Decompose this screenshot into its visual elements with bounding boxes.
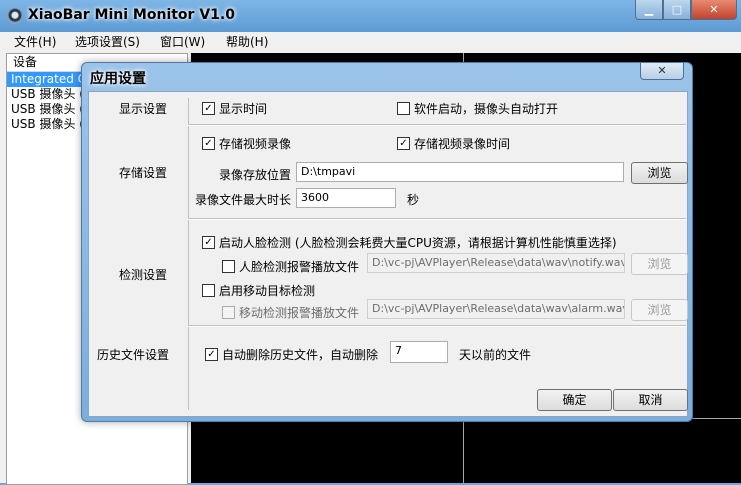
caption-buttons: ▁ □ ✕ (635, 0, 737, 20)
maximize-button[interactable]: □ (663, 0, 691, 20)
menu-help[interactable]: 帮助(H) (226, 33, 268, 50)
close-icon: ✕ (709, 3, 719, 16)
delete-days-input[interactable]: 7 (390, 341, 448, 363)
ok-button[interactable]: 确定 (537, 389, 612, 411)
store-video-checkbox[interactable]: ✓ (202, 137, 215, 150)
dialog-close-button[interactable]: ✕ (640, 63, 684, 80)
section-divider (188, 124, 686, 126)
history-section-label: 历史文件设置 (97, 348, 170, 362)
menu-window[interactable]: 窗口(W) (160, 33, 205, 50)
app-camera-icon (7, 8, 23, 24)
auto-open-checkbox[interactable] (397, 102, 410, 115)
store-time-checkbox[interactable]: ✓ (397, 137, 410, 150)
maximize-icon: □ (671, 3, 683, 16)
check-icon: ✓ (204, 237, 213, 248)
browse-motion-alarm-button[interactable]: 浏览 (631, 299, 688, 321)
dialog-title: 应用设置 (90, 71, 146, 87)
storage-section-label: 存储设置 (119, 166, 168, 180)
app-settings-dialog: 应用设置 ✕ 显示设置 ✓ 显示时间 软件启动，摄像头自动打开 存储设置 ✓ 存… (81, 62, 693, 422)
face-alarm-label: 人脸检测报警播放文件 (239, 260, 360, 274)
menu-file[interactable]: 文件(H) (14, 33, 56, 50)
face-detect-label: 启动人脸检测 (人脸检测会耗费大量CPU资源，请根据计算机性能慎重选择) (219, 236, 617, 250)
app-title: XiaoBar Mini Monitor V1.0 (28, 7, 235, 23)
face-alarm-checkbox[interactable] (222, 260, 235, 273)
section-divider (188, 325, 686, 327)
seconds-unit-label: 秒 (407, 193, 420, 207)
dialog-body: 显示设置 ✓ 显示时间 软件启动，摄像头自动打开 存储设置 ✓ 存储视频录像 ✓… (88, 91, 688, 417)
max-length-input[interactable]: 3600 (296, 188, 396, 208)
max-length-label: 录像文件最大时长 (195, 193, 292, 207)
show-time-label: 显示时间 (219, 102, 268, 116)
close-button[interactable]: ✕ (691, 0, 737, 20)
motion-alarm-file-input[interactable]: D:\vc-pj\AVPlayer\Release\data\wav\alarm… (367, 299, 625, 319)
check-icon: ✓ (399, 138, 408, 149)
display-section-label: 显示设置 (119, 102, 168, 116)
check-icon: ✓ (204, 103, 213, 114)
auto-open-label: 软件启动，摄像头自动打开 (414, 102, 559, 116)
cancel-button[interactable]: 取消 (613, 389, 688, 411)
motion-detect-label: 启用移动目标检测 (219, 284, 316, 298)
face-detect-checkbox[interactable]: ✓ (202, 236, 215, 249)
record-path-input[interactable]: D:\tmpavi (296, 162, 624, 182)
browse-record-path-button[interactable]: 浏览 (631, 162, 688, 184)
check-icon: ✓ (207, 349, 216, 360)
minimize-button[interactable]: ▁ (635, 0, 663, 20)
detect-section-label: 检测设置 (119, 268, 168, 282)
menu-options[interactable]: 选项设置(S) (75, 33, 140, 50)
menu-bar: 文件(H) 选项设置(S) 窗口(W) 帮助(H) (0, 32, 741, 51)
delete-days-suffix-label: 天以前的文件 (459, 348, 532, 362)
store-video-label: 存储视频录像 (219, 137, 292, 151)
section-divider (188, 218, 686, 220)
record-path-label: 录像存放位置 (219, 168, 292, 182)
minimize-icon: ▁ (644, 3, 654, 16)
check-icon: ✓ (204, 138, 213, 149)
auto-delete-label: 自动删除历史文件，自动删除 (222, 348, 379, 362)
auto-delete-checkbox[interactable]: ✓ (205, 348, 218, 361)
motion-alarm-checkbox[interactable] (222, 306, 235, 319)
close-icon: ✕ (657, 64, 667, 77)
motion-alarm-label: 移动检测报警播放文件 (239, 306, 360, 320)
store-time-label: 存储视频录像时间 (414, 137, 511, 151)
show-time-checkbox[interactable]: ✓ (202, 102, 215, 115)
main-title-bar: XiaoBar Mini Monitor V1.0 ▁ □ ✕ (0, 0, 741, 32)
motion-detect-checkbox[interactable] (202, 284, 215, 297)
browse-face-alarm-button[interactable]: 浏览 (631, 253, 688, 275)
face-alarm-file-input[interactable]: D:\vc-pj\AVPlayer\Release\data\wav\notif… (367, 253, 625, 273)
section-divider (188, 98, 189, 410)
